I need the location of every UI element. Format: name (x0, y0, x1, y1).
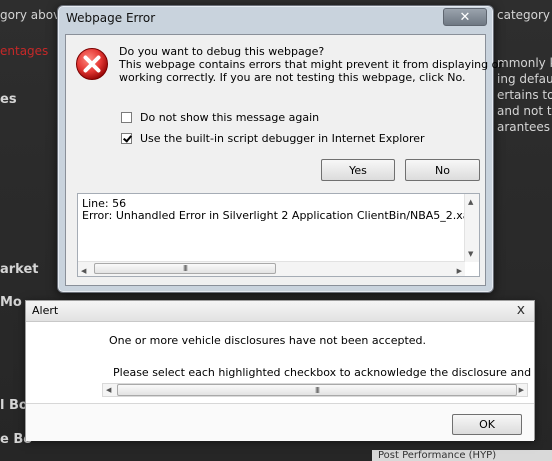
scroll-right-icon[interactable]: ▶ (457, 265, 462, 277)
error-message: Do you want to debug this webpage? This … (119, 45, 503, 84)
horizontal-scrollbar[interactable]: ◀ III ▶ (78, 261, 465, 276)
details-line: Error: Unhandled Error in Silverlight 2 … (82, 209, 464, 222)
checkbox-label: Use the built-in script debugger in Inte… (140, 132, 425, 145)
bg-text: arantees a (497, 120, 552, 134)
scroll-right-icon[interactable]: ▶ (519, 386, 524, 394)
use-debugger-option[interactable]: Use the built-in script debugger in Inte… (121, 132, 425, 145)
scroll-down-icon[interactable]: ▼ (468, 248, 473, 260)
close-icon[interactable]: x (517, 302, 525, 318)
scroll-left-icon[interactable]: ◀ (106, 386, 111, 394)
scroll-thumb[interactable]: III (117, 384, 517, 396)
dont-show-again-option[interactable]: Do not show this message again (121, 111, 319, 124)
scroll-thumb[interactable]: III (94, 263, 276, 274)
horizontal-scrollbar[interactable]: ◀ III ▶ (102, 383, 528, 397)
message-line: Do you want to debug this webpage? (119, 45, 325, 58)
title-bar[interactable]: Alert x (26, 301, 534, 322)
bg-text: category (497, 8, 551, 22)
ok-button[interactable]: OK (452, 414, 522, 435)
message-line: working correctly. If you are not testin… (119, 71, 466, 84)
alert-line: Please select each highlighted checkbox … (113, 366, 532, 379)
scroll-up-icon[interactable]: ▲ (468, 196, 473, 208)
yes-button[interactable]: Yes (321, 159, 395, 181)
bg-text: Mo (0, 295, 22, 310)
bg-text: mmonly kn (497, 56, 552, 70)
alert-line: One or more vehicle disclosures have not… (109, 334, 427, 347)
dialog-title: Alert (32, 304, 59, 317)
message-line: This webpage contains errors that might … (119, 58, 503, 71)
grip-icon: III (314, 385, 320, 395)
vertical-scrollbar[interactable]: ▲ ▼ (464, 194, 479, 262)
bg-text: and not to (497, 104, 552, 118)
close-button[interactable]: ✕ (443, 8, 487, 26)
bg-text: l Bo (0, 398, 28, 413)
alert-dialog: Alert x One or more vehicle disclosures … (25, 300, 535, 441)
no-button[interactable]: No (405, 159, 480, 181)
dialog-body: Do you want to debug this webpage? This … (65, 34, 503, 286)
bg-text: ertains to (497, 88, 552, 102)
dialog-title: Webpage Error (66, 11, 156, 25)
error-icon (76, 48, 108, 80)
title-bar[interactable]: Webpage Error ✕ (58, 6, 493, 32)
close-icon: ✕ (459, 9, 471, 25)
webpage-error-dialog: Webpage Error ✕ Do you want to debug thi… (57, 5, 503, 293)
alert-footer: OK (26, 403, 534, 441)
bg-text: Post Performance (HYP) (372, 450, 552, 461)
bg-text: entages (0, 44, 49, 58)
checkbox-label: Do not show this message again (140, 111, 320, 124)
bg-text: ing default (497, 72, 552, 86)
bg-text: arket (0, 262, 39, 277)
grip-icon: III (182, 263, 188, 273)
use-debugger-checkbox[interactable] (121, 133, 132, 144)
scroll-left-icon[interactable]: ◀ (81, 265, 86, 277)
error-details-box[interactable]: Line: 56 Error: Unhandled Error in Silve… (77, 193, 480, 277)
details-text: Line: 56 Error: Unhandled Error in Silve… (82, 198, 464, 222)
dont-show-again-checkbox[interactable] (121, 112, 132, 123)
bg-text: es (0, 92, 17, 107)
